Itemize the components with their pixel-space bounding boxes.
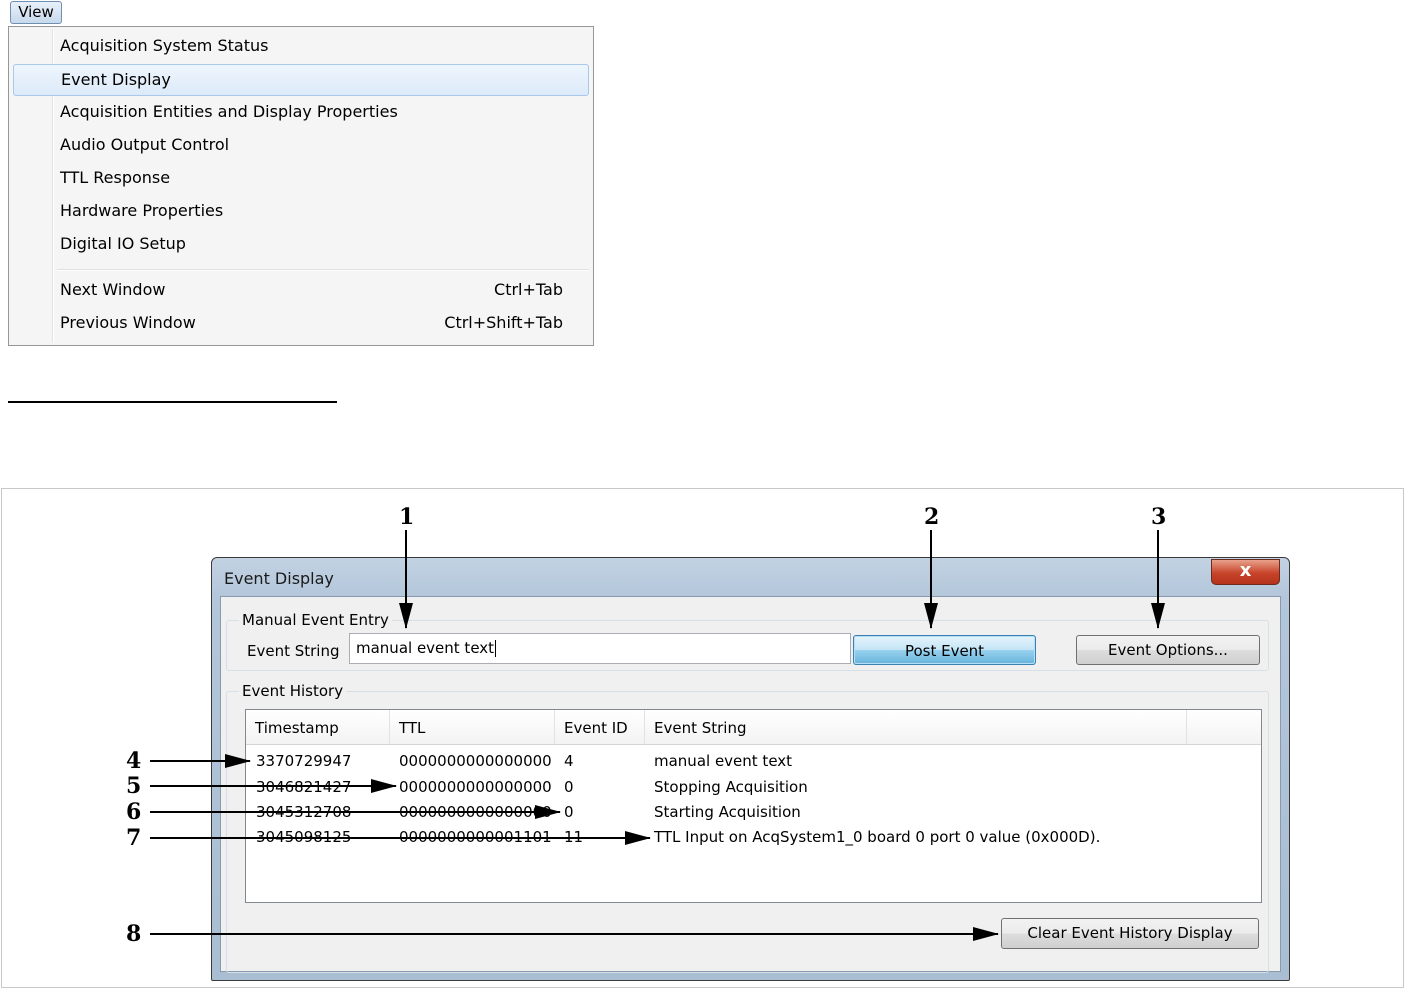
callout-number-7: 7: [126, 825, 142, 851]
callout-arrows: [150, 530, 1165, 941]
callout-number-2: 2: [924, 504, 940, 530]
callout-number-4: 4: [126, 748, 142, 774]
callout-number-6: 6: [126, 799, 142, 825]
callout-number-8: 8: [126, 921, 142, 947]
callout-number-5: 5: [126, 773, 142, 799]
callout-number-3: 3: [1151, 504, 1167, 530]
callout-number-1: 1: [399, 504, 415, 530]
